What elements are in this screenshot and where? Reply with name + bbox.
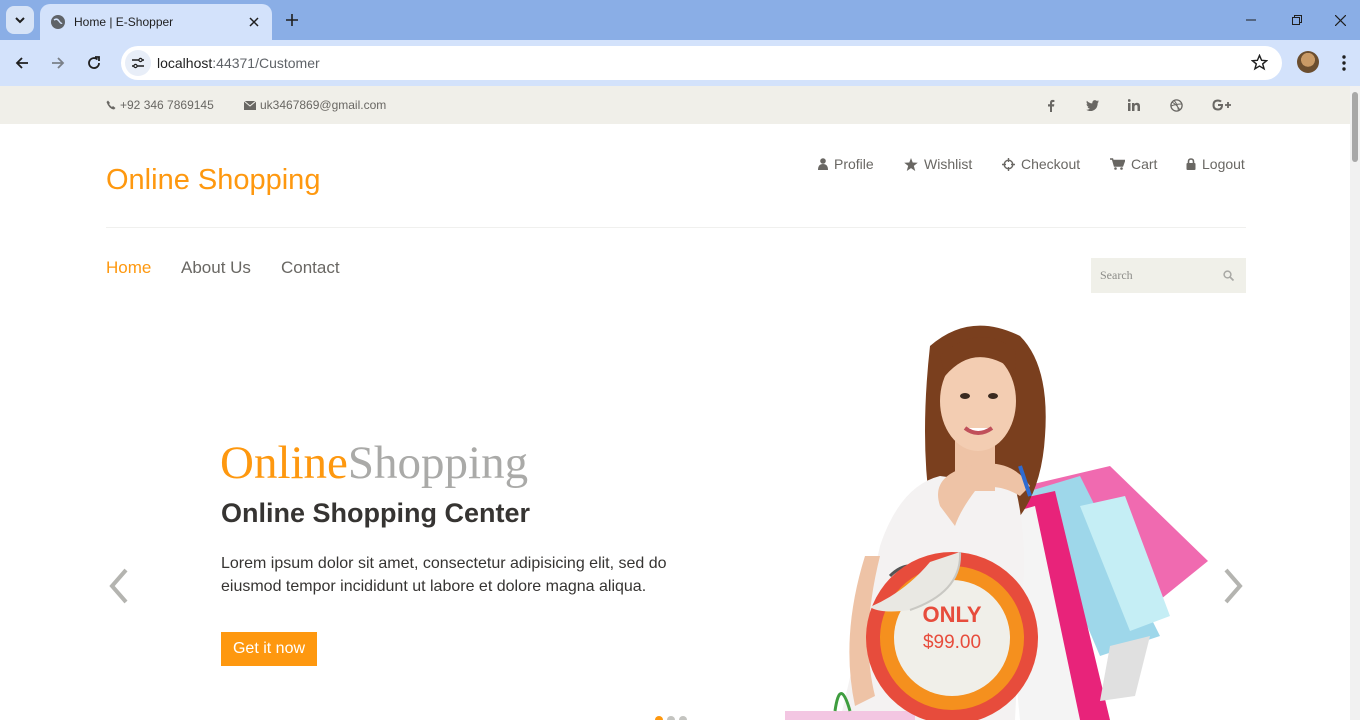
browser-tabstrip: Home | E-Shopper (0, 0, 1360, 40)
phone-icon (106, 100, 116, 110)
slider-indicators (655, 716, 687, 720)
site-info-button[interactable] (125, 50, 151, 76)
checkout-label: Checkout (1021, 156, 1081, 172)
slide-title-shopping: Shopping (347, 437, 529, 489)
envelope-icon (244, 100, 256, 110)
url-text[interactable]: localhost:44371/Customer (157, 55, 320, 71)
browser-menu-icon[interactable] (1334, 53, 1354, 73)
email-address: uk3467869@gmail.com (260, 98, 387, 112)
forward-button[interactable] (43, 48, 73, 78)
close-window-button[interactable] (1320, 0, 1360, 40)
bookmark-star-icon[interactable] (1250, 53, 1269, 76)
slider-dot[interactable] (655, 716, 663, 720)
slide-title: OnlineShopping (220, 436, 528, 490)
address-bar[interactable]: localhost:44371/Customer (121, 46, 1282, 80)
nav-about-us[interactable]: About Us (181, 258, 251, 278)
close-icon (1334, 14, 1346, 26)
browser-tab[interactable]: Home | E-Shopper (40, 4, 272, 40)
header-divider (106, 227, 1246, 228)
page-scrollbar[interactable] (1350, 86, 1360, 720)
facebook-icon[interactable] (1042, 97, 1060, 113)
twitter-icon[interactable] (1083, 97, 1101, 113)
tab-search-button[interactable] (6, 6, 34, 34)
google-plus-icon[interactable] (1211, 97, 1233, 113)
wishlist-link[interactable]: Wishlist (904, 156, 972, 172)
lock-icon (1186, 158, 1196, 170)
close-tab-icon[interactable] (246, 14, 262, 30)
globe-icon (51, 15, 65, 29)
scrollbar-thumb[interactable] (1352, 92, 1358, 162)
minimize-icon (1246, 19, 1256, 21)
back-button[interactable] (7, 48, 37, 78)
dribbble-icon[interactable] (1167, 97, 1185, 113)
slider-prev-icon[interactable] (106, 566, 130, 606)
get-it-now-button[interactable]: Get it now (221, 632, 317, 666)
search-input[interactable]: Search (1100, 268, 1133, 283)
phone-contact: +92 346 7869145 (106, 98, 214, 112)
reload-icon (88, 56, 100, 69)
url-host: localhost (157, 55, 213, 71)
cart-link[interactable]: Cart (1110, 156, 1157, 172)
email-contact: uk3467869@gmail.com (244, 98, 386, 112)
star-icon (904, 157, 918, 171)
minimize-button[interactable] (1228, 0, 1274, 40)
reload-button[interactable] (79, 48, 109, 78)
profile-avatar[interactable] (1297, 51, 1319, 73)
slider-dot[interactable] (667, 716, 675, 720)
wishlist-label: Wishlist (924, 156, 973, 172)
user-icon (818, 158, 828, 170)
search-box[interactable]: Search (1091, 258, 1246, 293)
profile-label: Profile (834, 156, 874, 172)
logout-link[interactable]: Logout (1186, 156, 1245, 172)
page-curl-decoration (870, 552, 962, 612)
phone-number: +92 346 7869145 (120, 98, 214, 112)
restore-button[interactable] (1274, 0, 1320, 40)
search-icon[interactable] (1223, 270, 1234, 281)
nav-home[interactable]: Home (106, 258, 151, 278)
arrow-right-icon (52, 57, 65, 69)
profile-link[interactable]: Profile (818, 156, 874, 172)
cart-label: Cart (1131, 156, 1158, 172)
slider-next-icon[interactable] (1222, 566, 1246, 606)
nav-contact[interactable]: Contact (281, 258, 340, 278)
new-tab-button[interactable] (280, 8, 304, 32)
chevron-down-icon (15, 17, 25, 24)
restore-icon (1292, 15, 1302, 25)
slide-description: Lorem ipsum dolor sit amet, consectetur … (221, 555, 667, 595)
crosshairs-icon (1002, 157, 1015, 171)
site-logo[interactable]: Online Shopping (106, 164, 320, 197)
url-path: :44371/Customer (212, 55, 320, 71)
page-viewport: +92 346 7869145 uk3467869@gmail.com Onli… (0, 86, 1360, 720)
logout-label: Logout (1202, 156, 1245, 172)
slider-dot[interactable] (679, 716, 687, 720)
slide-subtitle: Online Shopping Center (221, 498, 530, 528)
arrow-left-icon (15, 57, 28, 69)
cart-icon (1110, 158, 1125, 170)
slide-title-online: Online (220, 437, 348, 489)
price-badge-price: $99.00 (922, 632, 982, 653)
checkout-link[interactable]: Checkout (1002, 156, 1080, 172)
plus-icon (286, 14, 298, 26)
tab-title: Home | E-Shopper (74, 15, 174, 29)
browser-toolbar: localhost:44371/Customer (0, 40, 1360, 86)
tune-icon (132, 57, 144, 69)
contact-topbar: +92 346 7869145 uk3467869@gmail.com (0, 86, 1350, 124)
linkedin-icon[interactable] (1125, 97, 1143, 113)
